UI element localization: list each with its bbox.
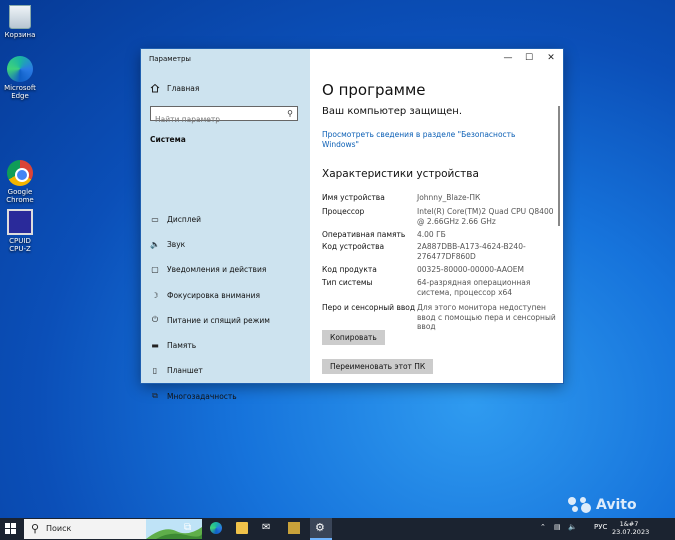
minimize-button[interactable]: —: [498, 53, 518, 63]
spec-key: Процессор: [322, 207, 365, 216]
sidebar-item-label: Многозадачность: [167, 391, 237, 401]
edge-taskbar-icon[interactable]: [210, 522, 222, 534]
taskbar: ⚲ Поиск ⧉ ✉ ⚙ ⌃ ▤ 🔈 РУС 1&#7 23.07.2023: [0, 518, 675, 540]
sidebar-item-sound[interactable]: 🔈 Звук: [150, 238, 305, 250]
clock[interactable]: 1&#7 23.07.2023: [612, 520, 650, 536]
maximize-button[interactable]: ☐: [519, 53, 539, 63]
section-heading: Система: [150, 135, 186, 144]
security-link[interactable]: Просмотреть сведения в разделе "Безопасн…: [322, 130, 522, 150]
home-label: Главная: [167, 83, 200, 93]
spec-value: Intel(R) Core(TM)2 Quad CPU Q8400 @ 2.66…: [417, 207, 554, 226]
sidebar-item-label: Звук: [167, 239, 186, 249]
sidebar-item-multitasking[interactable]: ⧉ Многозадачность: [150, 390, 305, 402]
storage-icon: ▬: [151, 340, 159, 350]
settings-search[interactable]: ⚲: [150, 106, 298, 126]
spec-key: Перо и сенсорный ввод: [322, 303, 416, 312]
sidebar-item-tablet[interactable]: ▯ Планшет: [150, 364, 305, 376]
spec-key: Оперативная память: [322, 230, 406, 239]
avito-text: Avito: [596, 497, 637, 513]
sidebar-item-focus[interactable]: ☽ Фокусировка внимания: [150, 289, 305, 301]
desktop-icon-edge[interactable]: Microsoft Edge: [2, 56, 38, 100]
desktop-icon-label: CPUID CPU-Z: [9, 237, 31, 253]
display-icon: ▭: [151, 214, 159, 224]
avito-logo-icon: [568, 497, 591, 513]
sidebar-item-storage[interactable]: ▬ Память: [150, 339, 305, 351]
home-nav-item[interactable]: Главная: [150, 83, 199, 93]
recycle-bin-icon: [9, 5, 31, 29]
network-icon[interactable]: ▤: [554, 523, 561, 531]
desktop-icon-recycle-bin[interactable]: Корзина: [2, 5, 38, 39]
settings-window: Параметры Главная ⚲ Система ▭ Дисплей 🔈 …: [141, 49, 563, 401]
spec-value: Для этого монитора недоступен ввод с пом…: [417, 303, 556, 331]
window-title: Параметры: [149, 55, 191, 63]
clock-date: 23.07.2023: [612, 528, 650, 536]
settings-search-input[interactable]: [151, 113, 283, 126]
sidebar-item-label: Память: [167, 340, 197, 350]
gear-icon: ⚙: [315, 521, 325, 534]
specs-heading: Характеристики устройства: [322, 168, 479, 180]
protection-status: Ваш компьютер защищен.: [322, 106, 463, 117]
windows-logo-icon: [5, 523, 10, 528]
multitasking-icon: ⧉: [152, 391, 158, 400]
edge-icon: [7, 56, 33, 82]
language-indicator[interactable]: РУС: [594, 523, 607, 531]
sidebar-item-display[interactable]: ▭ Дисплей: [150, 213, 305, 225]
sidebar-item-label: Уведомления и действия: [167, 264, 267, 274]
taskbar-search[interactable]: ⚲ Поиск: [24, 519, 202, 539]
task-view-icon[interactable]: ⧉: [184, 522, 196, 534]
rename-pc-button[interactable]: Переименовать этот ПК: [322, 359, 434, 374]
file-explorer-icon[interactable]: [236, 522, 248, 534]
speaker-icon: 🔈: [150, 239, 160, 249]
spec-value: 4.00 ГБ: [417, 230, 446, 239]
search-icon: ⚲: [31, 522, 40, 535]
notifications-icon: ▢: [151, 264, 159, 274]
home-icon: [150, 83, 160, 93]
sidebar-item-label: Дисплей: [167, 214, 202, 224]
scrollbar[interactable]: [558, 106, 560, 226]
desktop-icon-chrome[interactable]: Google Chrome: [2, 160, 38, 204]
search-icon: ⚲: [287, 109, 293, 118]
tablet-icon: ▯: [152, 365, 158, 375]
chrome-icon: [7, 160, 33, 186]
start-button[interactable]: [5, 523, 17, 535]
spec-key: Код устройства: [322, 242, 385, 251]
spec-key: Код продукта: [322, 265, 377, 274]
desktop-icon-cpuz[interactable]: CPUID CPU-Z: [2, 209, 38, 253]
sidebar-item-power[interactable]: ⏻ Питание и спящий режим: [150, 314, 305, 326]
settings-taskbar-button[interactable]: ⚙: [310, 518, 332, 540]
close-button[interactable]: ✕: [541, 53, 561, 63]
sidebar-item-label: Питание и спящий режим: [167, 315, 270, 325]
copy-button[interactable]: Копировать: [322, 330, 385, 345]
desktop-icon-label: Microsoft Edge: [4, 84, 36, 100]
power-icon: ⏻: [151, 315, 159, 324]
avito-watermark: Avito: [566, 496, 637, 514]
moon-icon: ☽: [151, 290, 159, 300]
spec-value: 64-разрядная операционная система, проце…: [417, 278, 531, 297]
spec-key: Тип системы: [322, 278, 373, 287]
sidebar-item-label: Фокусировка внимания: [167, 290, 261, 300]
volume-icon[interactable]: 🔈: [568, 523, 577, 531]
desktop-icon-label: Корзина: [4, 31, 36, 39]
spec-value: 00325-80000-00000-AAOEM: [417, 265, 524, 274]
media-app-icon[interactable]: [288, 522, 300, 534]
settings-content: — ☐ ✕ О программе Ваш компьютер защищен.…: [310, 49, 563, 383]
spec-value: Johnny_Blaze-ПК: [417, 193, 481, 202]
taskbar-search-placeholder: Поиск: [46, 524, 72, 533]
spec-value: 2A887DBB-A173-4624-B240-276477DF860D: [417, 242, 526, 261]
spec-key: Имя устройства: [322, 193, 385, 202]
sidebar-item-label: Планшет: [167, 365, 203, 375]
page-title: О программе: [322, 81, 426, 99]
clock-time: 1&#7: [619, 520, 639, 528]
tray-chevron-icon[interactable]: ⌃: [540, 523, 546, 531]
desktop-icon-label: Google Chrome: [6, 188, 34, 204]
sidebar-item-notifications[interactable]: ▢ Уведомления и действия: [150, 263, 305, 275]
cpuz-icon: [7, 209, 33, 235]
mail-icon[interactable]: ✉: [262, 522, 274, 534]
settings-sidebar: Параметры Главная ⚲ Система ▭ Дисплей 🔈 …: [141, 49, 310, 401]
